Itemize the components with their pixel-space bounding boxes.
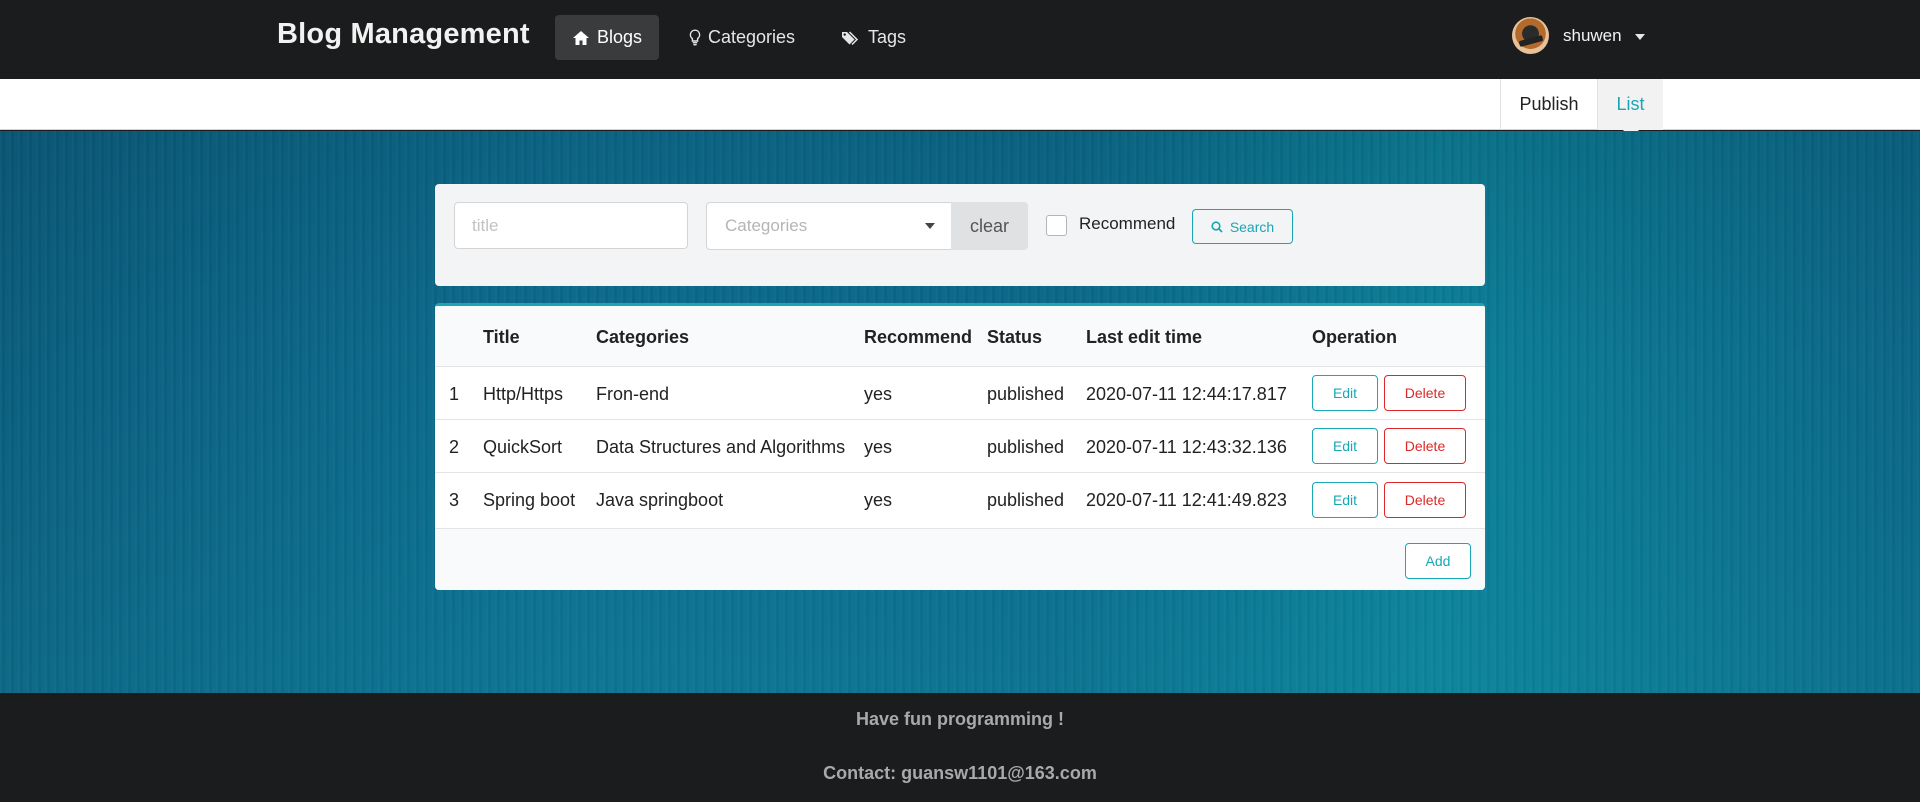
row-title: QuickSort: [483, 437, 563, 457]
footer-contact: Contact: guansw1101@163.com: [823, 763, 1097, 783]
table-row: 2 QuickSort Data Structures and Algorith…: [435, 420, 1485, 473]
column-header-categories: Categories: [596, 327, 690, 347]
search-icon: [1211, 220, 1223, 233]
nav-tags-label: Tags: [868, 27, 907, 47]
row-title: Spring boot: [483, 490, 576, 510]
dropdown-icon: [925, 223, 935, 229]
row-recommend: yes: [864, 490, 893, 510]
search-button[interactable]: Search: [1192, 209, 1293, 244]
nav-blogs-label: Blogs: [597, 27, 643, 47]
table-header: Title Categories Recommend Status Last e…: [435, 306, 1485, 367]
row-index: 3: [449, 490, 460, 510]
edit-button[interactable]: Edit: [1312, 375, 1378, 411]
chevron-down-icon: [1634, 34, 1645, 40]
lightbulb-icon: [689, 29, 701, 46]
footer-tagline: Have fun programming !: [855, 709, 1065, 729]
user-menu[interactable]: shuwen: [1512, 17, 1645, 54]
clear-button[interactable]: clear: [951, 202, 1028, 250]
table-row: 1 Http/Https Fron-end yes published 2020…: [435, 367, 1485, 420]
categories-dropdown[interactable]: Categories: [706, 202, 951, 250]
row-category: Data Structures and Algorithms: [596, 437, 846, 457]
column-header-operation: Operation: [1312, 327, 1398, 347]
row-category: Java springboot: [596, 490, 724, 510]
table-footer: Add: [435, 529, 1485, 590]
row-recommend: yes: [864, 384, 893, 404]
row-status: published: [987, 490, 1065, 510]
row-status: published: [987, 437, 1065, 457]
title-search-input[interactable]: [454, 202, 688, 249]
categories-dropdown-label: Categories: [725, 216, 808, 235]
brand-title: Blog Management: [277, 18, 530, 50]
row-last-edit: 2020-07-11 12:44:17.817: [1086, 384, 1287, 404]
tab-publish[interactable]: Publish: [1500, 79, 1597, 130]
row-index: 2: [449, 437, 460, 457]
add-button[interactable]: Add: [1405, 543, 1471, 579]
recommend-label: Recommend: [1079, 214, 1176, 233]
user-name: shuwen: [1563, 25, 1622, 45]
delete-button[interactable]: Delete: [1384, 482, 1466, 518]
search-button-label: Search: [1229, 218, 1275, 235]
delete-button[interactable]: Delete: [1384, 375, 1466, 411]
nav-blogs[interactable]: Blogs: [555, 15, 660, 60]
blog-table: Title Categories Recommend Status Last e…: [435, 303, 1485, 590]
row-status: published: [987, 384, 1065, 404]
column-header-recommend: Recommend: [864, 327, 973, 347]
recommend-checkbox[interactable]: [1046, 215, 1067, 236]
edit-button[interactable]: Edit: [1312, 482, 1378, 518]
column-header-title: Title: [483, 327, 520, 347]
filter-panel: Categories clear Recommend Search: [435, 184, 1485, 286]
sub-menu: Publish List: [0, 79, 1920, 138]
row-last-edit: 2020-07-11 12:43:32.136: [1086, 437, 1287, 457]
nav-tags[interactable]: Tags: [824, 15, 923, 60]
column-header-status: Status: [987, 327, 1043, 347]
nav-categories[interactable]: Categories: [672, 15, 812, 60]
row-last-edit: 2020-07-11 12:41:49.823: [1086, 490, 1287, 510]
row-title: Http/Https: [483, 384, 564, 404]
nav-categories-label: Categories: [708, 27, 796, 47]
avatar: [1512, 17, 1549, 54]
home-icon: [573, 30, 589, 45]
tab-list[interactable]: List: [1597, 79, 1663, 138]
tags-icon: [842, 30, 859, 45]
page-footer: Have fun programming ! Contact: guansw11…: [0, 693, 1920, 802]
edit-button[interactable]: Edit: [1312, 428, 1378, 464]
delete-button[interactable]: Delete: [1384, 428, 1466, 464]
column-header-last-edit-time: Last edit time: [1086, 327, 1203, 347]
row-category: Fron-end: [596, 384, 670, 404]
row-recommend: yes: [864, 437, 893, 457]
top-navbar: Blog Management Blogs Categories Tags sh…: [0, 0, 1920, 79]
table-row: 3 Spring boot Java springboot yes publis…: [435, 473, 1485, 529]
row-index: 1: [449, 384, 460, 404]
